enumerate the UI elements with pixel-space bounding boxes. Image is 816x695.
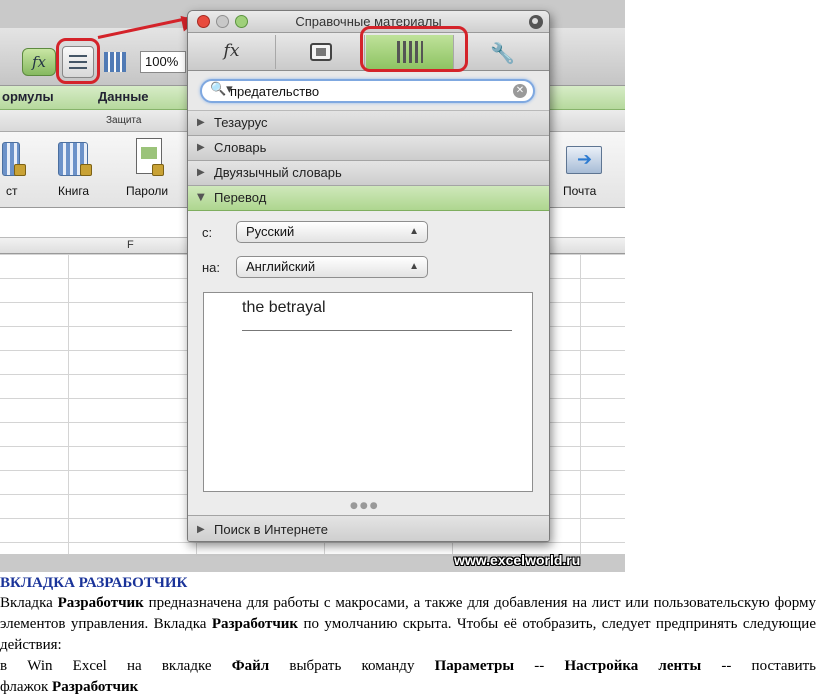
mail-icon[interactable] bbox=[566, 146, 602, 174]
section-label: Перевод bbox=[214, 190, 267, 205]
tab-formulas[interactable]: ормулы bbox=[2, 89, 54, 104]
section-label: Двуязычный словарь bbox=[214, 165, 342, 180]
palette-options-icon[interactable] bbox=[529, 15, 543, 29]
updown-arrows-icon: ▲ bbox=[409, 226, 419, 237]
disclosure-triangle-icon: ▶ bbox=[197, 167, 205, 178]
section-label: Тезаурус bbox=[214, 115, 268, 130]
excel-window: fx 100% ормулы Данные Защита ст Книга Па… bbox=[0, 0, 625, 572]
tab-data[interactable]: Данные bbox=[98, 89, 149, 104]
tab-compatibility[interactable]: 🔧 bbox=[455, 35, 549, 69]
from-language-select[interactable]: Русский ▲ bbox=[236, 221, 428, 243]
group-label-protection: Защита bbox=[106, 115, 142, 126]
to-language-label: на: bbox=[202, 260, 221, 275]
disclosure-triangle-icon: ▶ bbox=[197, 117, 205, 128]
callout-ring-toolbar bbox=[56, 38, 100, 84]
protect-workbook-label: Книга bbox=[58, 184, 90, 198]
section-dictionary[interactable]: ▶ Словарь bbox=[188, 136, 549, 161]
search-input[interactable] bbox=[230, 83, 510, 100]
screenshot: fx 100% ормулы Данные Защита ст Книга Па… bbox=[0, 0, 630, 572]
doc-paragraph-3: флажок Разработчик bbox=[0, 679, 139, 695]
grid-icon[interactable] bbox=[104, 52, 126, 72]
section-translation[interactable]: ▼ Перевод bbox=[188, 186, 549, 211]
translation-result-box[interactable]: the betrayal bbox=[203, 292, 533, 492]
function-icon: fx bbox=[223, 41, 240, 61]
tab-scrapbook[interactable] bbox=[277, 35, 365, 69]
search-box: 🔍▾ ✕ bbox=[200, 79, 535, 103]
formula-builder-button[interactable]: fx bbox=[22, 48, 56, 76]
tab-formula-builder[interactable]: fx bbox=[188, 35, 276, 69]
from-language-label: с: bbox=[202, 225, 213, 240]
wrench-icon: 🔧 bbox=[490, 41, 515, 65]
translation-panel: с: Русский ▲ на: Английский ▲ the betray… bbox=[188, 211, 549, 517]
section-web-search[interactable]: ▶ Поиск в Интернете bbox=[188, 515, 549, 541]
callout-ring-palette-tab bbox=[360, 26, 468, 72]
lock-icon bbox=[14, 164, 26, 176]
section-bilingual-dictionary[interactable]: ▶ Двуязычный словарь bbox=[188, 161, 549, 186]
section-label: Словарь bbox=[214, 140, 267, 155]
zoom-field[interactable]: 100% bbox=[140, 51, 186, 73]
section-label: Поиск в Интернете bbox=[214, 522, 328, 537]
to-language-value: Английский bbox=[246, 259, 316, 274]
result-divider bbox=[242, 330, 512, 331]
section-thesaurus[interactable]: ▶ Тезаурус bbox=[188, 111, 549, 136]
disclosure-triangle-open-icon: ▼ bbox=[197, 192, 205, 203]
clear-search-icon[interactable]: ✕ bbox=[513, 84, 527, 98]
disclosure-triangle-icon: ▶ bbox=[197, 142, 205, 153]
protect-sheet-label: ст bbox=[6, 184, 18, 198]
translation-result-text: the betrayal bbox=[242, 299, 326, 316]
watermark: www.excelworld.ru bbox=[454, 552, 581, 568]
scrapbook-icon bbox=[309, 43, 332, 61]
doc-paragraph-2: в Win Excel на вкладке Файл выбрать кома… bbox=[0, 658, 816, 674]
from-language-value: Русский bbox=[246, 224, 295, 239]
passwords-label: Пароли bbox=[126, 184, 169, 198]
doc-paragraph-1: Вкладка Разработчик предназначена для ра… bbox=[0, 595, 816, 653]
doc-heading: ВКЛАДКА РАЗРАБОТЧИК bbox=[0, 575, 188, 591]
lock-icon bbox=[152, 164, 164, 176]
lock-icon bbox=[80, 164, 92, 176]
mail-label: Почта bbox=[563, 184, 597, 198]
reference-palette: Справочные материалы fx 🔧 � bbox=[187, 10, 550, 542]
to-language-select[interactable]: Английский ▲ bbox=[236, 256, 428, 278]
search-area: 🔍▾ ✕ bbox=[188, 71, 549, 111]
column-header-f[interactable]: F bbox=[127, 239, 134, 251]
updown-arrows-icon: ▲ bbox=[409, 261, 419, 272]
resize-handle-icon[interactable]: ●●● bbox=[350, 501, 380, 511]
disclosure-triangle-icon: ▶ bbox=[197, 524, 205, 535]
